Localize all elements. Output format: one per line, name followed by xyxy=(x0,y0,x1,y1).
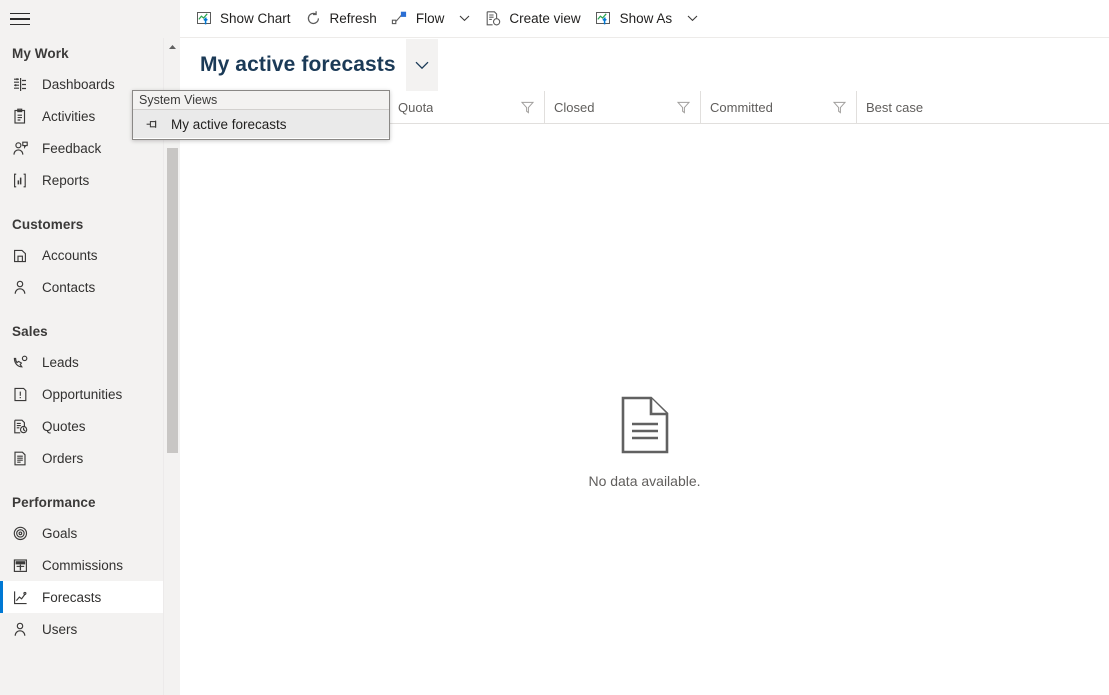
sidebar-item-label: Accounts xyxy=(42,247,98,263)
page-title[interactable]: My active forecasts xyxy=(180,53,406,77)
sidebar-item-label: Dashboards xyxy=(42,76,115,92)
refresh-button[interactable]: Refresh xyxy=(298,0,384,38)
command-bar: Show Chart Refresh Flow Create view Show… xyxy=(180,0,1109,38)
sidebar-item-label: Opportunities xyxy=(42,386,123,402)
orders-icon xyxy=(12,449,34,467)
view-selector-chevron-down-icon[interactable] xyxy=(405,39,438,91)
hamburger-menu-icon[interactable] xyxy=(0,0,40,38)
scrollbar-thumb[interactable] xyxy=(167,148,178,453)
refresh-icon xyxy=(305,10,323,28)
command-label: Show As xyxy=(619,11,673,26)
flyout-section-header: System Views xyxy=(133,91,389,110)
command-label: Create view xyxy=(509,11,581,26)
grid-body: No data available. xyxy=(180,124,1109,695)
column-header-closed[interactable]: Closed xyxy=(544,91,700,123)
empty-state-text: No data available. xyxy=(588,473,701,489)
filter-icon[interactable] xyxy=(518,91,536,123)
sidebar-item-contacts[interactable]: Contacts xyxy=(0,271,163,303)
scroll-up-arrow-icon[interactable] xyxy=(164,38,180,55)
filter-icon[interactable] xyxy=(674,91,692,123)
flow-icon xyxy=(391,10,409,28)
sidebar-item-opportunities[interactable]: Opportunities xyxy=(0,378,163,410)
sitemap-header xyxy=(0,0,180,38)
sidebar-item-reports[interactable]: Reports xyxy=(0,164,163,196)
opportunities-icon xyxy=(12,385,34,403)
sidebar-item-label: Quotes xyxy=(42,418,86,434)
sidebar-item-accounts[interactable]: Accounts xyxy=(0,239,163,271)
pin-icon xyxy=(141,115,163,133)
show-chart-icon xyxy=(195,10,213,28)
show-as-chevron-down-icon[interactable] xyxy=(679,0,705,38)
sidebar-item-commissions[interactable]: Commissions xyxy=(0,549,163,581)
goals-icon xyxy=(12,524,34,542)
sidebar-item-quotes[interactable]: Quotes xyxy=(0,410,163,442)
show-as-button[interactable]: Show As xyxy=(588,0,680,38)
column-header-label: Closed xyxy=(554,99,595,115)
show-as-icon xyxy=(595,10,613,28)
column-header-committed[interactable]: Committed xyxy=(700,91,856,123)
sidebar-item-leads[interactable]: Leads xyxy=(0,346,163,378)
sidebar-item-label: Forecasts xyxy=(42,589,102,605)
nav-group-title-customers: Customers xyxy=(12,216,84,232)
nav-group-title-sales: Sales xyxy=(12,323,48,339)
empty-state: No data available. xyxy=(180,396,1109,489)
sidebar-item-label: Orders xyxy=(42,450,84,466)
column-header-label: Committed xyxy=(710,99,773,115)
create-view-icon xyxy=(484,10,502,28)
column-header-label: Quota xyxy=(398,99,434,115)
contacts-icon xyxy=(12,278,34,296)
column-header-best-case[interactable]: Best case xyxy=(856,91,1012,123)
dashboards-icon xyxy=(12,75,34,93)
sidebar-item-label: Leads xyxy=(42,354,79,370)
show-chart-button[interactable]: Show Chart xyxy=(188,0,298,38)
nav-group-title-my-work: My Work xyxy=(12,45,69,61)
sidebar-item-label: Goals xyxy=(42,525,78,541)
commissions-icon xyxy=(12,556,34,574)
sidebar-item-forecasts[interactable]: Forecasts xyxy=(0,581,163,613)
filter-icon[interactable] xyxy=(830,91,848,123)
nav-group-title-performance: Performance xyxy=(12,494,96,510)
leads-icon xyxy=(12,353,34,371)
hamburger-line xyxy=(10,18,30,20)
users-icon xyxy=(12,620,34,638)
column-header-label: Best case xyxy=(866,99,924,115)
view-selector-flyout: System Views My active forecasts xyxy=(132,90,390,140)
sidebar-item-label: Reports xyxy=(42,172,90,188)
sidebar-item-label: Feedback xyxy=(42,140,102,156)
accounts-icon xyxy=(12,246,34,264)
feedback-icon xyxy=(12,139,34,157)
hamburger-line xyxy=(10,23,30,26)
forecasts-icon xyxy=(12,588,34,606)
view-selector: My active forecasts xyxy=(180,39,438,91)
flyout-item-my-active-forecasts[interactable]: My active forecasts xyxy=(133,110,389,138)
activities-icon xyxy=(12,107,34,125)
flyout-item-label: My active forecasts xyxy=(171,116,287,132)
create-view-button[interactable]: Create view xyxy=(477,0,587,38)
command-label: Flow xyxy=(415,11,445,26)
column-header-quota[interactable]: Quota xyxy=(388,91,544,123)
command-label: Refresh xyxy=(329,11,377,26)
command-label: Show Chart xyxy=(220,11,291,26)
reports-icon xyxy=(12,171,34,189)
sidebar-item-orders[interactable]: Orders xyxy=(0,442,163,474)
quotes-icon xyxy=(12,417,34,435)
hamburger-line xyxy=(10,12,30,15)
sidebar-item-goals[interactable]: Goals xyxy=(0,517,163,549)
flow-chevron-down-icon[interactable] xyxy=(451,0,477,38)
document-empty-icon xyxy=(620,396,670,459)
flow-button[interactable]: Flow xyxy=(384,0,452,38)
sidebar-item-label: Users xyxy=(42,621,78,637)
sidebar-item-label: Commissions xyxy=(42,557,124,573)
sidebar-item-users[interactable]: Users xyxy=(0,613,163,645)
sidebar-item-label: Activities xyxy=(42,108,96,124)
sidebar-item-label: Contacts xyxy=(42,279,96,295)
app-root: My Work Dashboards Activities Feedback R… xyxy=(0,0,1109,695)
